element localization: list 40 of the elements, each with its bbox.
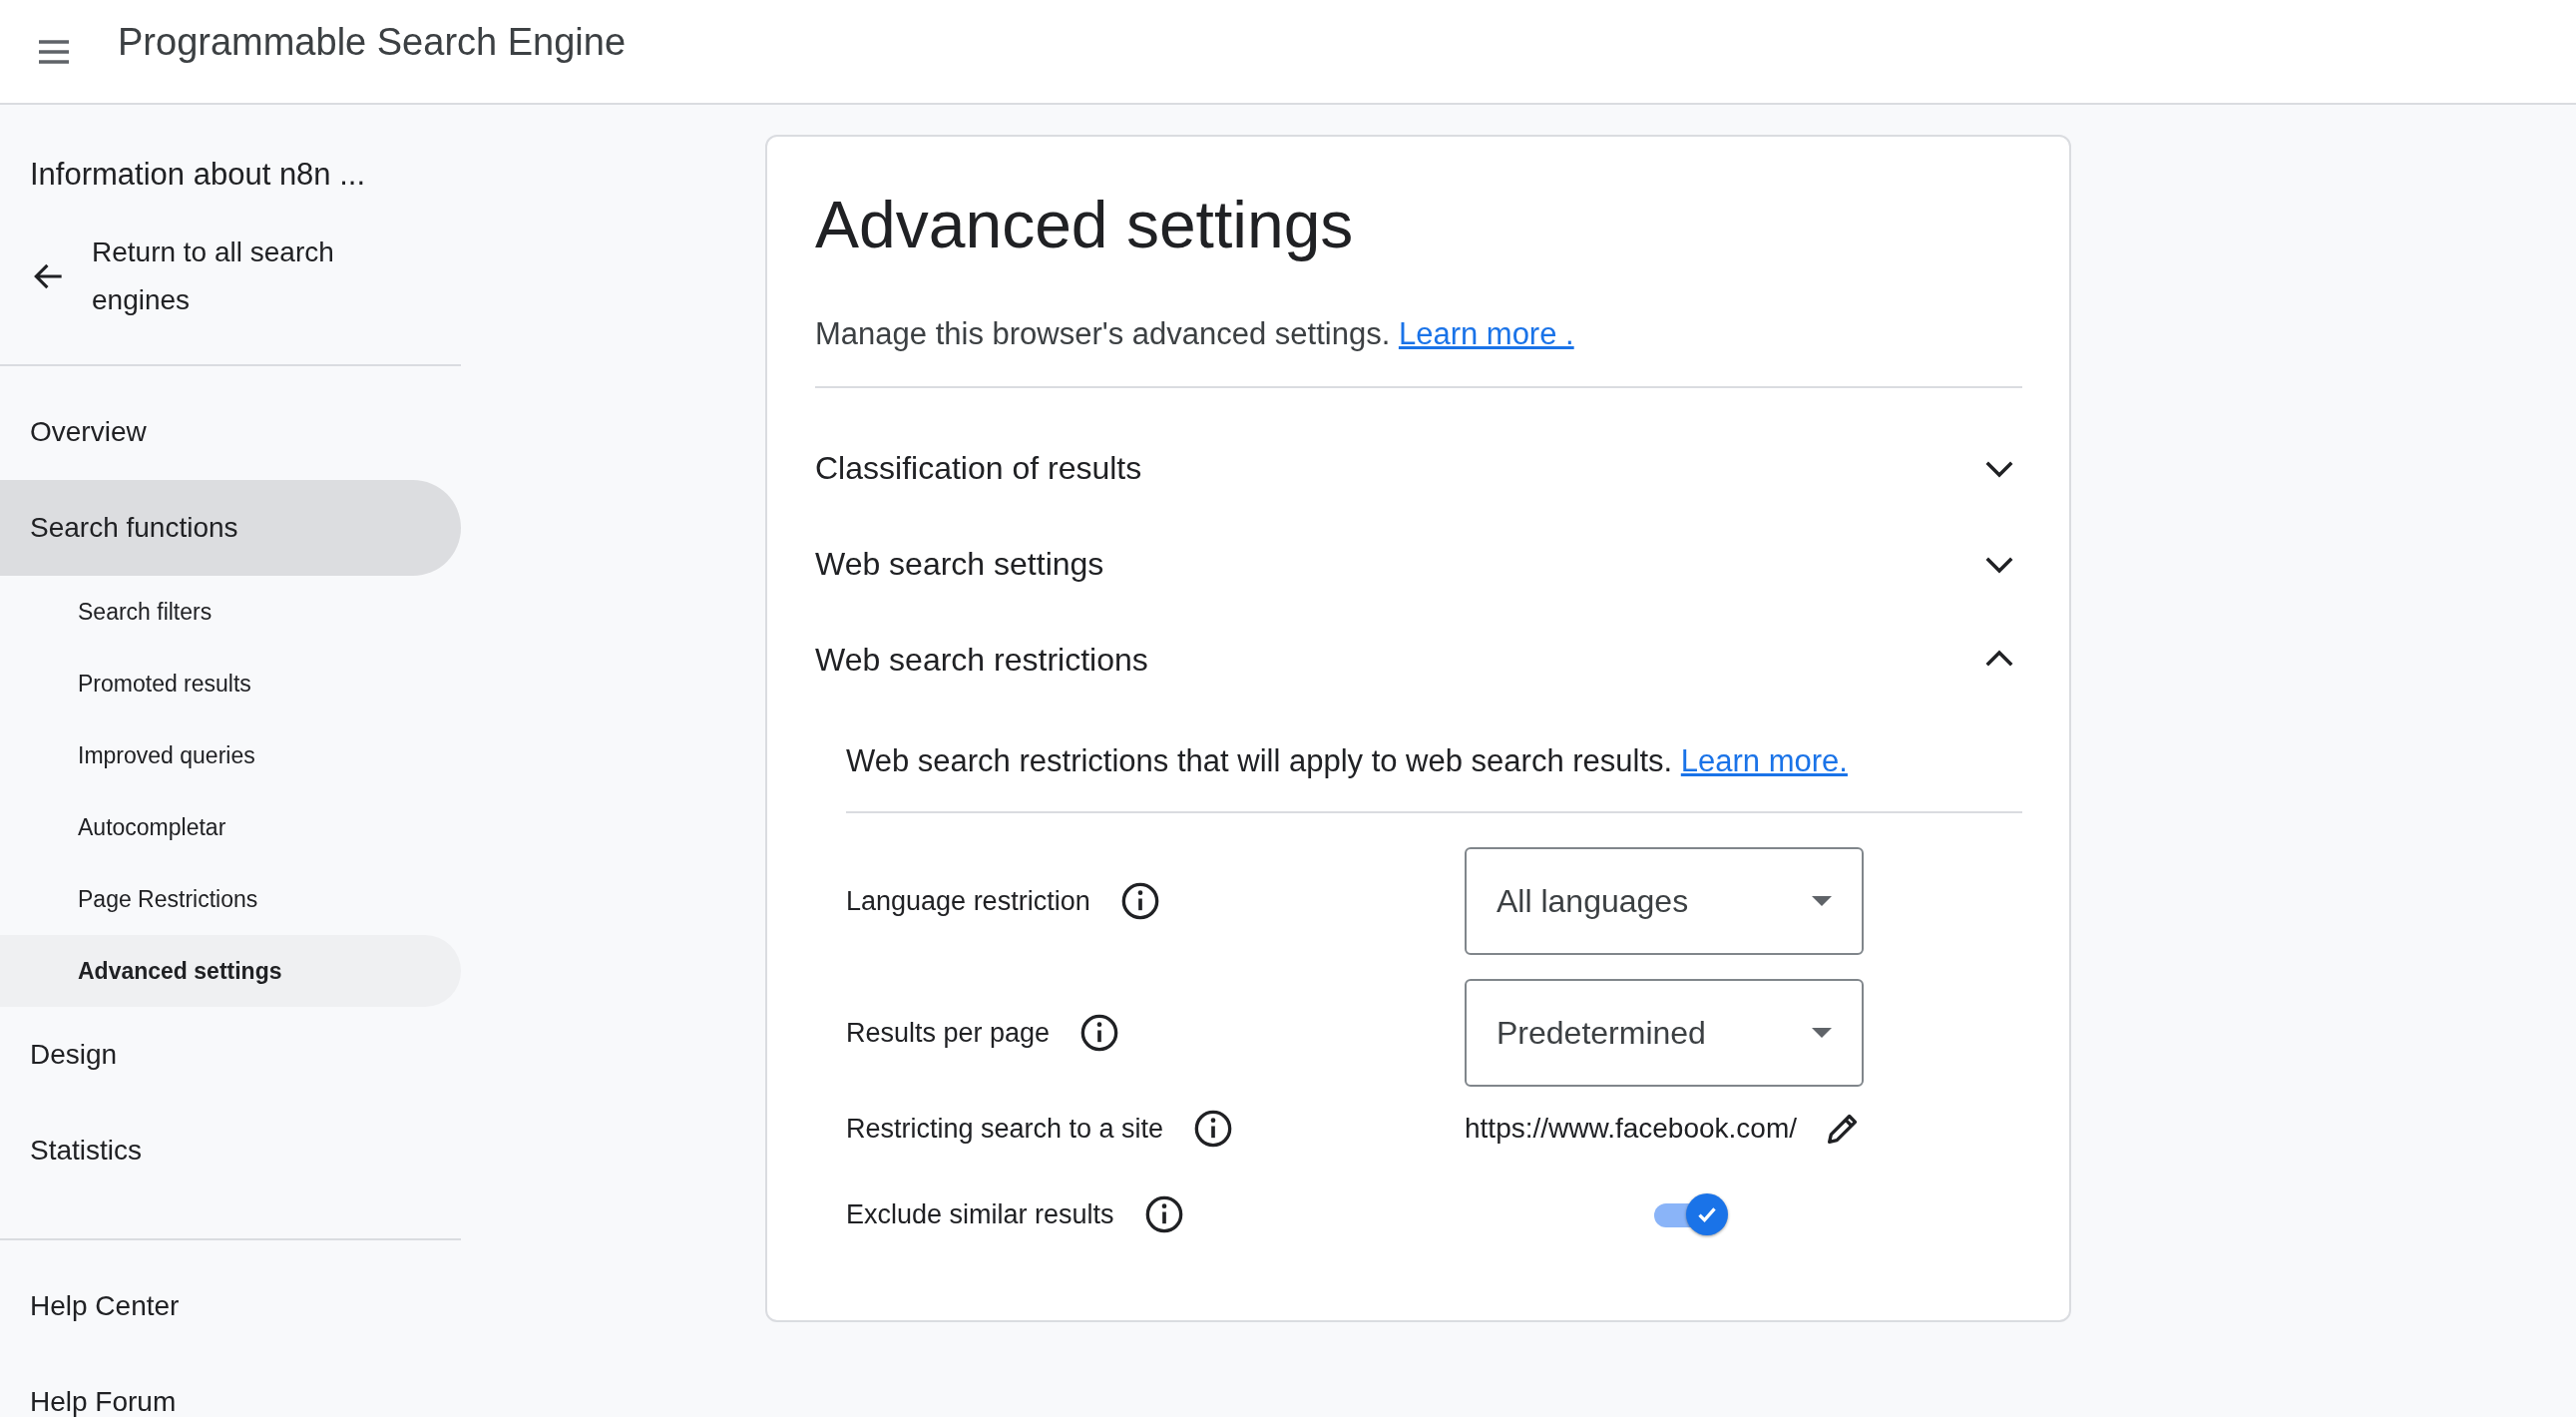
info-icon[interactable] <box>1119 881 1160 921</box>
engine-name: Information about n8n ... <box>29 156 367 194</box>
nav-item[interactable]: Overview <box>0 384 461 480</box>
section-title: Web search settings <box>815 545 1104 583</box>
section-header[interactable]: Web search restrictions <box>815 612 2022 708</box>
back-link[interactable]: Return to all search engines <box>0 219 461 324</box>
nav-subitem[interactable]: Improved queries <box>0 719 461 791</box>
learn-more-link[interactable]: Learn more . <box>1398 316 1574 351</box>
caret-icon <box>1812 1028 1832 1038</box>
help-link[interactable]: Help Center <box>0 1258 461 1354</box>
nav-subitem[interactable]: Autocompletar <box>0 791 461 863</box>
section-title: Classification of results <box>815 449 1142 487</box>
setting-label: Language restriction <box>846 885 1090 917</box>
caret-icon <box>1812 896 1832 906</box>
info-icon[interactable] <box>1143 1194 1184 1234</box>
toggle-switch[interactable] <box>1654 1193 1728 1235</box>
nav-item[interactable]: Design <box>0 1007 461 1103</box>
site-url: https://www.facebook.com/ <box>1465 1113 1798 1145</box>
learn-more-link[interactable]: Learn more. <box>1680 743 1848 778</box>
setting-label: Results per page <box>846 1017 1051 1049</box>
page-title: Advanced settings <box>815 187 1355 262</box>
nav-item[interactable]: Statistics <box>0 1103 461 1198</box>
info-icon[interactable] <box>1193 1109 1234 1149</box>
section-header[interactable]: Classification of results <box>815 420 2022 516</box>
nav-subitem[interactable]: Page Restrictions <box>0 863 461 935</box>
nav-subitem[interactable]: Promoted results <box>0 648 461 719</box>
nav-item[interactable]: Search functions <box>0 480 461 576</box>
info-icon[interactable] <box>1079 1013 1120 1053</box>
setting-label: Restricting search to a site <box>846 1113 1164 1145</box>
page-description: Manage this browser's advanced settings. Learn more . <box>815 316 1575 352</box>
section-description: Web search restrictions that will apply to web search results. Learn more. <box>846 743 1849 779</box>
nav-subitem[interactable]: Search filters <box>0 576 461 648</box>
dropdown[interactable]: Predetermined <box>1465 979 1864 1087</box>
section-title: Web search restrictions <box>815 641 1148 679</box>
section-header[interactable]: Web search settings <box>815 516 2022 612</box>
dropdown[interactable]: All languages <box>1465 847 1864 955</box>
setting-label: Exclude similar results <box>846 1198 1114 1230</box>
help-link[interactable]: Help Forum <box>0 1354 461 1417</box>
app-title: Programmable Search Engine <box>118 21 627 64</box>
nav-subitem[interactable]: Advanced settings <box>0 935 461 1007</box>
